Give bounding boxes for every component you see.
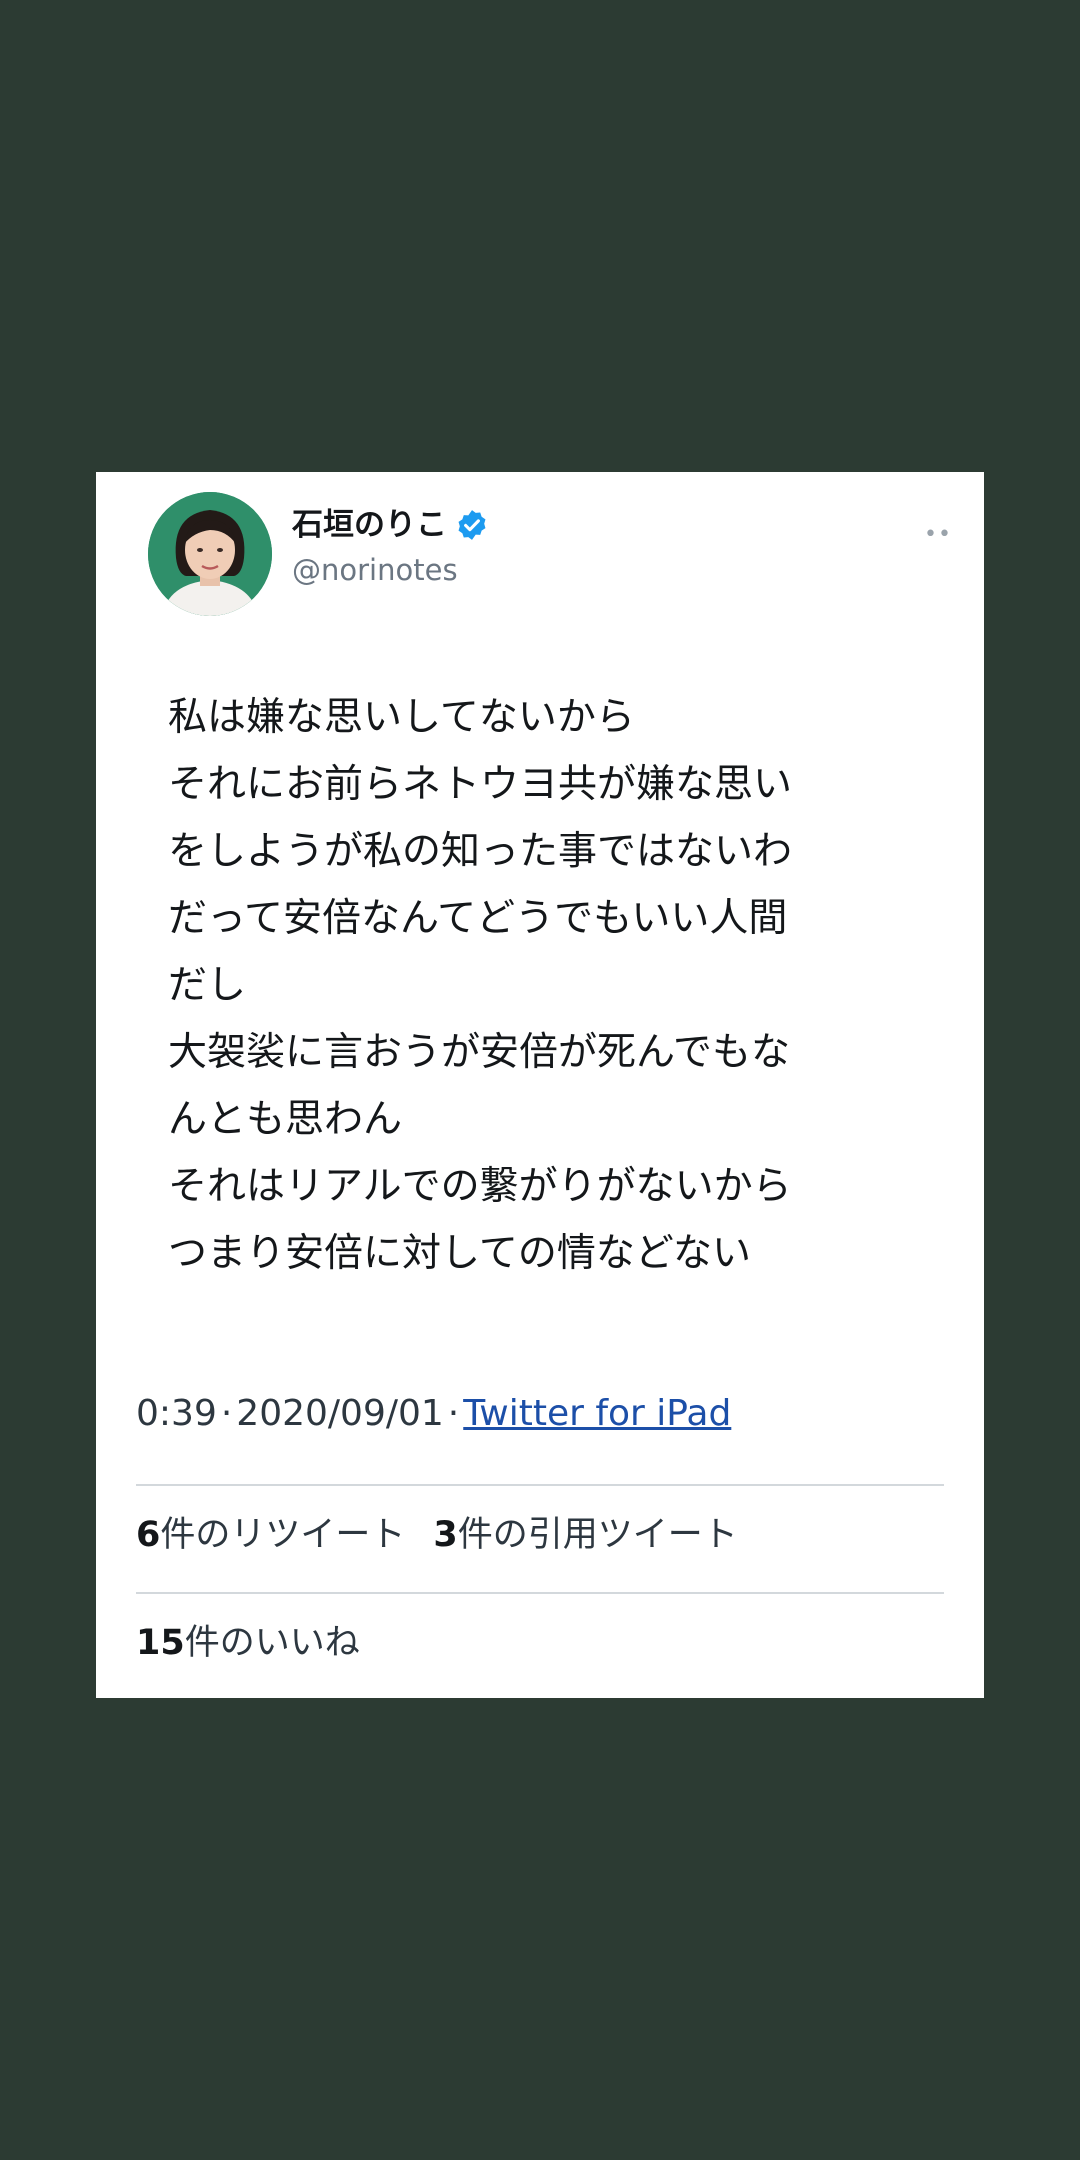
retweets-stat[interactable]: 6件のリツイート — [136, 1515, 405, 1555]
divider — [136, 1484, 944, 1486]
avatar[interactable] — [148, 492, 272, 616]
tweet-text-line: それはリアルでの繋がりがないから — [168, 1164, 792, 1209]
tweet-text-line: んとも思わん — [168, 1097, 403, 1142]
likes-stat[interactable]: 15件のいいね — [136, 1623, 360, 1663]
retweets-count: 6 — [136, 1515, 161, 1555]
tweet-text-line: それにお前らネトウヨ共が嫌な思い — [168, 762, 793, 807]
tweet-meta: 0:39 · 2020/09/01 · Twitter for iPad — [136, 1396, 731, 1432]
engagement-row: 6件のリツイート 3件の引用ツイート — [136, 1518, 738, 1553]
tweet-text-line: 大袈裟に言おうが安倍が死んでもな — [168, 1030, 791, 1075]
meta-separator: · — [447, 1393, 460, 1434]
tweet-date[interactable]: 2020/09/01 — [236, 1393, 444, 1434]
tweet-text-line: 私は嫌な思いしてないから — [168, 695, 635, 740]
likes-count: 15 — [136, 1623, 185, 1663]
likes-label: 件のいいね — [184, 1623, 360, 1663]
quotes-stat[interactable]: 3件の引用ツイート — [433, 1515, 737, 1555]
display-name-row[interactable]: 石垣のりこ — [292, 508, 489, 542]
tweet-source-link[interactable]: Twitter for iPad — [463, 1393, 731, 1434]
quotes-label: 件の引用ツイート — [457, 1515, 738, 1555]
display-name[interactable]: 石垣のりこ — [292, 509, 447, 541]
meta-separator: · — [220, 1393, 233, 1434]
quotes-count: 3 — [433, 1515, 458, 1555]
tweet-text-line: をしようが私の知った事ではないわ — [168, 829, 793, 874]
more-options-icon[interactable]: •• — [924, 524, 952, 546]
tweet-text-line: だって安倍なんてどうでもいい人間 — [168, 896, 788, 941]
user-handle[interactable]: @norinotes — [292, 556, 458, 585]
divider — [136, 1592, 944, 1594]
tweet-text: 私は嫌な思いしてないから それにお前らネトウヨ共が嫌な思い をしようが私の知った… — [168, 684, 968, 1287]
retweets-label: 件のリツイート — [160, 1515, 406, 1555]
verified-badge-icon — [458, 510, 486, 540]
tweet-card: 石垣のりこ @norinotes •• 私は嫌な思いしてないから それにお前らネ… — [96, 472, 984, 1698]
tweet-text-line: だし — [168, 963, 247, 1008]
avatar-portrait — [148, 492, 272, 616]
likes-row: 15件のいいね — [136, 1626, 360, 1661]
tweet-text-line: つまり安倍に対しての情などない — [168, 1231, 752, 1276]
tweet-time[interactable]: 0:39 — [136, 1393, 217, 1434]
